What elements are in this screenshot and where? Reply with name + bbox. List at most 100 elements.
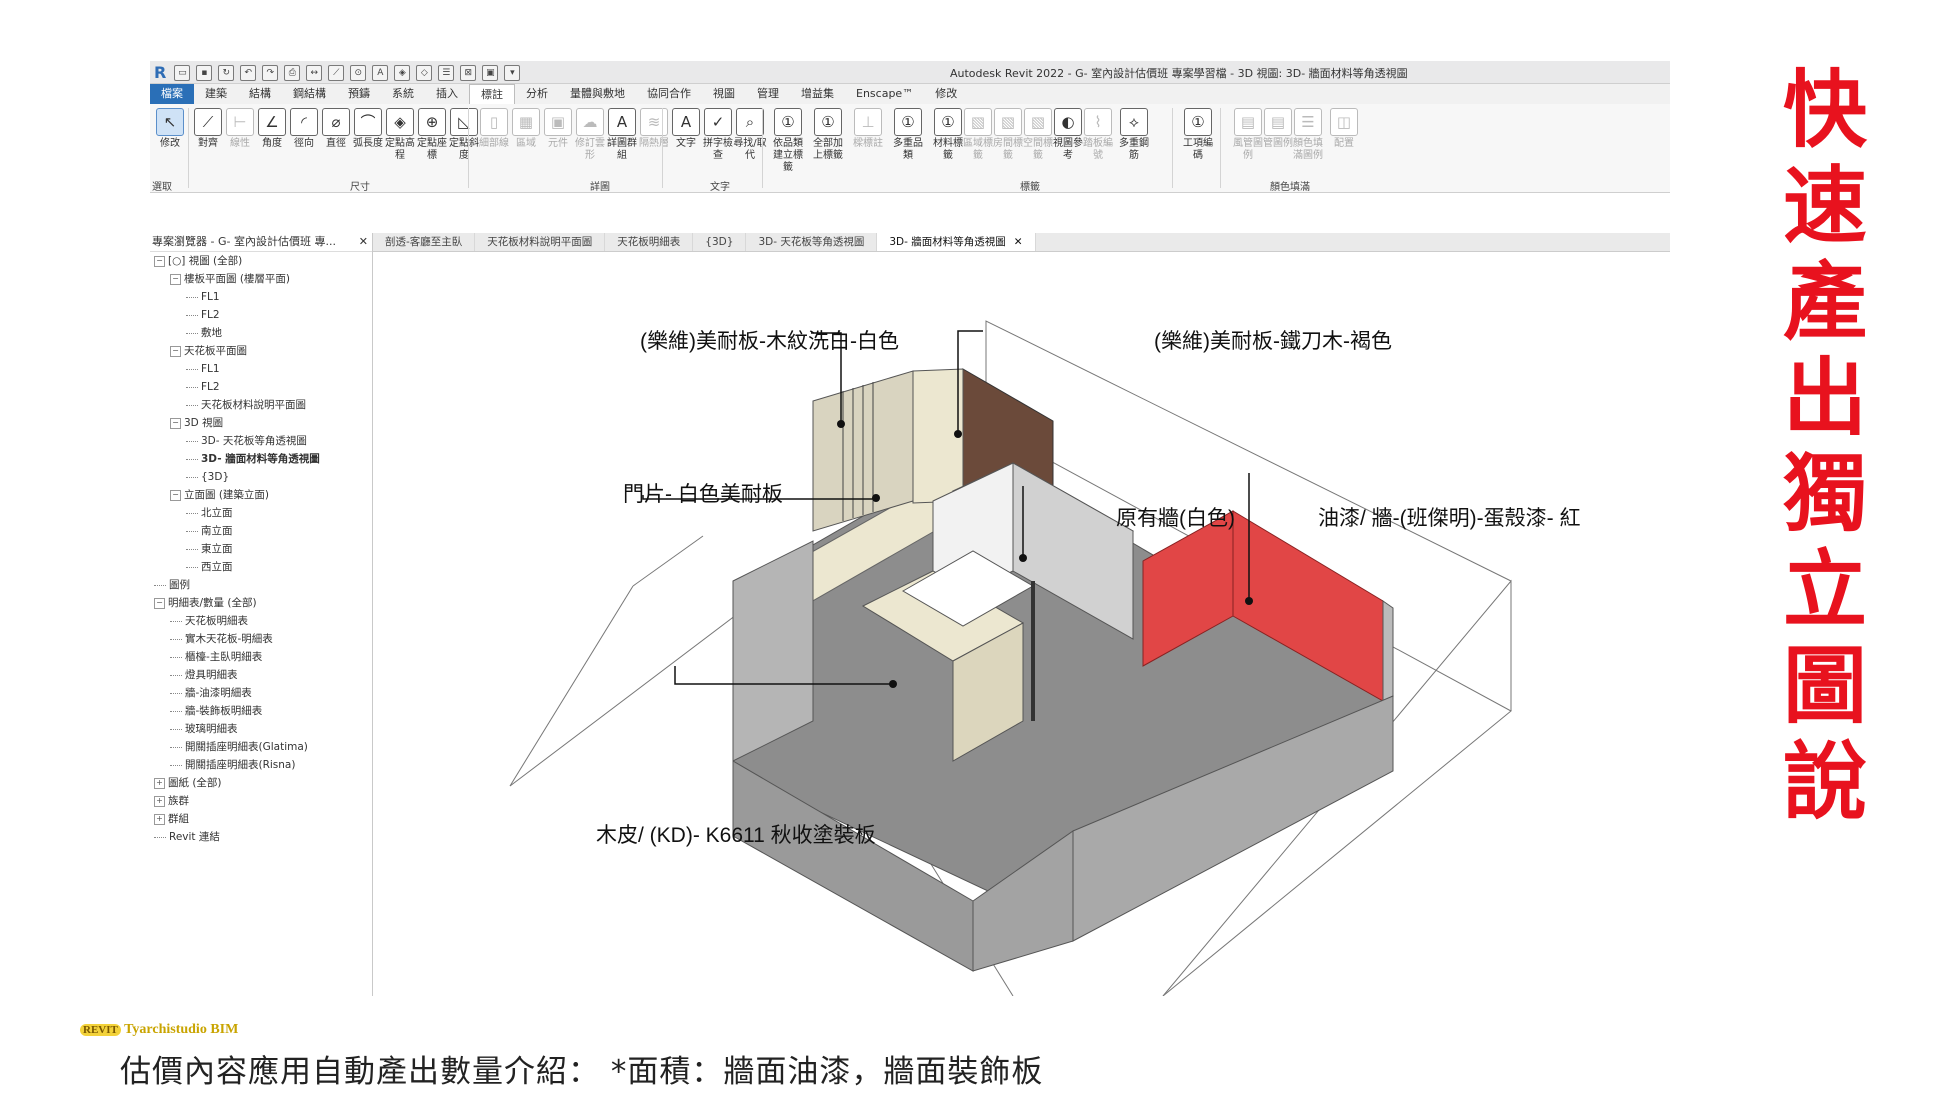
- ribbon-tab[interactable]: 鋼結構: [282, 84, 337, 104]
- browser-tree-item[interactable]: 3D- 天花板等角透視圖: [150, 432, 372, 450]
- collapse-icon[interactable]: −: [170, 345, 181, 357]
- close-icon[interactable]: ✕: [359, 233, 368, 251]
- tag-icon[interactable]: ⊙: [350, 64, 367, 81]
- view-tab[interactable]: 天花板材料說明平面圖: [475, 233, 606, 251]
- collapse-icon[interactable]: −: [170, 489, 181, 501]
- save-icon[interactable]: ▪: [196, 64, 213, 81]
- ribbon-button[interactable]: ⊢ 線性: [222, 108, 258, 150]
- browser-tree-item[interactable]: 開關插座明細表(Glatima): [150, 738, 372, 756]
- browser-tree-item[interactable]: 東立面: [150, 540, 372, 558]
- collapse-icon[interactable]: −: [154, 597, 165, 609]
- close-hidden-icon[interactable]: ⊠: [460, 64, 477, 81]
- ribbon-tab[interactable]: 增益集: [790, 84, 845, 104]
- view-tab[interactable]: 剖透-客廳至主臥: [373, 233, 476, 251]
- ribbon-tab[interactable]: 修改: [924, 84, 968, 104]
- browser-tree-item[interactable]: {3D}: [150, 468, 372, 486]
- browser-tree-item[interactable]: 實木天花板-明細表: [150, 630, 372, 648]
- browser-tree-item[interactable]: 玻璃明細表: [150, 720, 372, 738]
- ribbon-button[interactable]: ↖ 修改: [152, 108, 188, 150]
- revit-logo[interactable]: R: [154, 63, 166, 82]
- measure-icon[interactable]: ↔: [306, 64, 323, 81]
- browser-tree-item[interactable]: 西立面: [150, 558, 372, 576]
- browser-tree-item[interactable]: 3D- 牆面材料等角透視圖: [150, 450, 372, 468]
- ribbon-tab[interactable]: 系統: [381, 84, 425, 104]
- ribbon-tab[interactable]: 預鑄: [337, 84, 381, 104]
- ribbon-button[interactable]: ▯ 細部線: [476, 108, 512, 150]
- ribbon-tab[interactable]: 標註: [469, 84, 515, 104]
- browser-tree-item[interactable]: − 立面圖 (建築立面): [150, 486, 372, 504]
- ribbon-button[interactable]: ◜ 徑向: [286, 108, 322, 150]
- ribbon-panel-label[interactable]: 文字: [710, 178, 730, 193]
- ribbon-button[interactable]: ✓ 拼字檢查: [700, 108, 736, 162]
- ribbon-button[interactable]: ≋ 隔熱層: [636, 108, 672, 150]
- view-tab[interactable]: 天花板明細表: [605, 233, 694, 251]
- expand-icon[interactable]: +: [154, 795, 165, 807]
- collapse-icon[interactable]: −: [170, 417, 181, 429]
- ribbon-button[interactable]: ☁ 修訂雲形: [572, 108, 608, 162]
- ribbon-button[interactable]: ☰ 顏色填滿圖例: [1290, 108, 1326, 162]
- switch-windows-icon[interactable]: ▣: [482, 64, 499, 81]
- browser-tree-item[interactable]: FL1: [150, 288, 372, 306]
- browser-tree-item[interactable]: 牆-油漆明細表: [150, 684, 372, 702]
- ribbon-button[interactable]: A 詳圖群組: [604, 108, 640, 162]
- ribbon-panel-label[interactable]: 選取: [152, 178, 172, 193]
- ribbon-panel-label[interactable]: 尺寸: [350, 178, 370, 193]
- ribbon-tab[interactable]: 量體與敷地: [559, 84, 636, 104]
- thin-lines-icon[interactable]: ☰: [438, 64, 455, 81]
- ribbon-tab[interactable]: 管理: [746, 84, 790, 104]
- print-icon[interactable]: ⎙: [284, 64, 301, 81]
- browser-tree-item[interactable]: 北立面: [150, 504, 372, 522]
- ribbon-button[interactable]: ⌇ 踏板編號: [1080, 108, 1116, 162]
- browser-tree-item[interactable]: Revit 連結: [150, 828, 372, 846]
- ribbon-button[interactable]: ⊥ 樑標註: [850, 108, 886, 150]
- ribbon-button[interactable]: ① 依品類建立標籤: [770, 108, 806, 174]
- ribbon-button[interactable]: ◈ 定點高程: [382, 108, 418, 162]
- browser-tree-item[interactable]: 燈具明細表: [150, 666, 372, 684]
- ribbon-button[interactable]: ⟡ 多重鋼筋: [1116, 108, 1152, 162]
- ribbon-tab[interactable]: 結構: [238, 84, 282, 104]
- browser-tree-item[interactable]: FL1: [150, 360, 372, 378]
- expand-icon[interactable]: +: [154, 777, 165, 789]
- ribbon-button[interactable]: A 文字: [668, 108, 704, 150]
- browser-tree-item[interactable]: 天花板材料說明平面圖: [150, 396, 372, 414]
- view-tab[interactable]: 3D- 天花板等角透視圖: [746, 233, 878, 251]
- ribbon-button[interactable]: ⟋ 對齊: [190, 108, 226, 150]
- browser-tree-item[interactable]: 櫃檯-主臥明細表: [150, 648, 372, 666]
- open-icon[interactable]: ▭: [174, 64, 191, 81]
- ribbon-button[interactable]: ∠ 角度: [254, 108, 290, 150]
- ribbon-tab[interactable]: 視圖: [702, 84, 746, 104]
- ribbon-button[interactable]: ▣ 元件: [540, 108, 576, 150]
- browser-tree-item[interactable]: − 樓板平面圖 (樓層平面): [150, 270, 372, 288]
- ribbon-button[interactable]: ① 工項編碼: [1180, 108, 1216, 162]
- ribbon-panel-label[interactable]: 詳圖: [590, 178, 610, 193]
- undo-icon[interactable]: ↶: [240, 64, 257, 81]
- browser-tree-item[interactable]: FL2: [150, 306, 372, 324]
- ribbon-tab[interactable]: Enscape™: [845, 84, 924, 104]
- ribbon-tab[interactable]: 建築: [194, 84, 238, 104]
- ribbon-tab[interactable]: 插入: [425, 84, 469, 104]
- view-tab[interactable]: {3D}: [693, 233, 747, 251]
- browser-tree-item[interactable]: FL2: [150, 378, 372, 396]
- ribbon-tab[interactable]: 協同合作: [636, 84, 702, 104]
- ribbon-panel-label[interactable]: 標籤: [1020, 178, 1040, 193]
- 3d-view-canvas[interactable]: [373, 251, 1670, 997]
- ribbon-tab[interactable]: 分析: [515, 84, 559, 104]
- ribbon-button[interactable]: ⌒ 弧長度: [350, 108, 386, 150]
- browser-tree-item[interactable]: 南立面: [150, 522, 372, 540]
- browser-tree-item[interactable]: + 群組: [150, 810, 372, 828]
- browser-tree-item[interactable]: − 天花板平面圖: [150, 342, 372, 360]
- customize-qat-icon[interactable]: ▾: [504, 64, 521, 81]
- collapse-icon[interactable]: −: [154, 255, 165, 267]
- close-icon[interactable]: ✕: [1014, 236, 1023, 248]
- ribbon-panel-label[interactable]: 顏色填滿: [1270, 178, 1310, 193]
- ribbon-button[interactable]: ▦ 區域: [508, 108, 544, 150]
- expand-icon[interactable]: +: [154, 813, 165, 825]
- ribbon-button[interactable]: ◫ 配置: [1326, 108, 1362, 150]
- 3d-view-icon[interactable]: ◈: [394, 64, 411, 81]
- browser-tree-item[interactable]: 牆-裝飾板明細表: [150, 702, 372, 720]
- browser-tree-item[interactable]: − 明細表/數量 (全部): [150, 594, 372, 612]
- ribbon-button[interactable]: ⌀ 直徑: [318, 108, 354, 150]
- redo-icon[interactable]: ↷: [262, 64, 279, 81]
- ribbon-button[interactable]: ⊕ 定點座標: [414, 108, 450, 162]
- browser-tree-item[interactable]: + 圖紙 (全部): [150, 774, 372, 792]
